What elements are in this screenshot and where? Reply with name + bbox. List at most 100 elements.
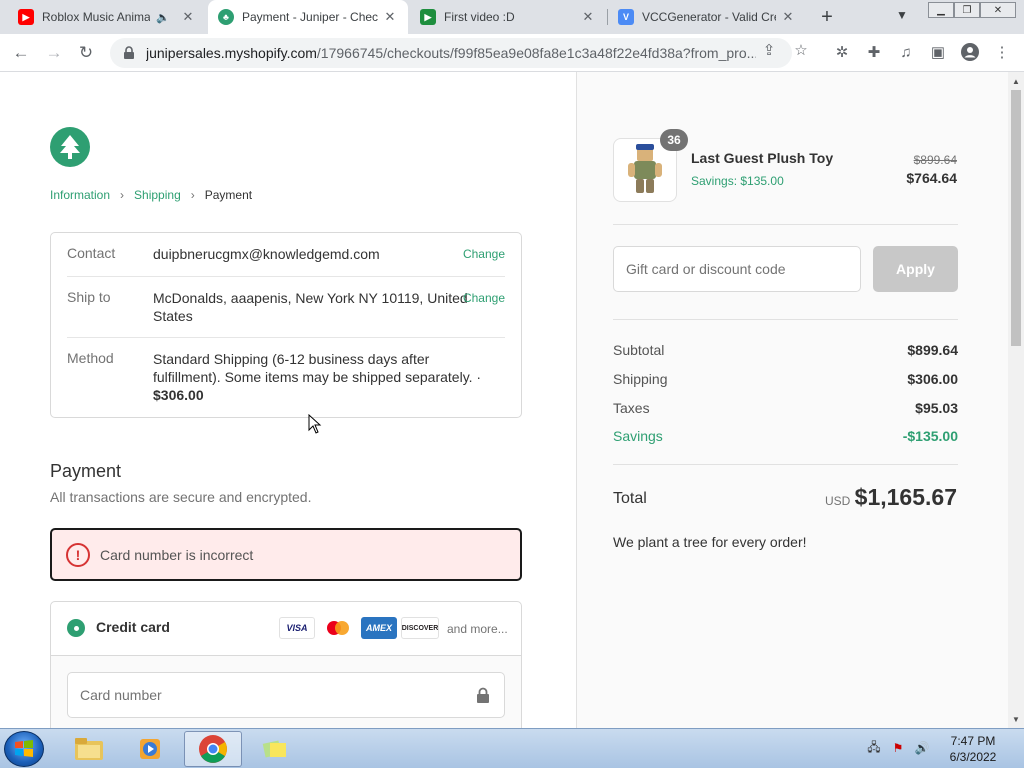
- folder-icon: [75, 738, 103, 760]
- mouse-cursor-icon: [308, 414, 322, 434]
- volume-tray-icon[interactable]: 🔊: [914, 740, 930, 756]
- speaker-icon[interactable]: 🔈: [156, 11, 170, 24]
- restore-button[interactable]: ❐: [954, 2, 980, 18]
- mastercard-icon: [321, 617, 355, 639]
- close-window-button[interactable]: ✕: [980, 2, 1016, 18]
- action-center-tray-icon[interactable]: ⚑: [890, 740, 906, 756]
- product-name: Last Guest Plush Toy: [691, 150, 834, 166]
- extensions-puzzle-icon[interactable]: ✚: [864, 42, 884, 62]
- sticky-notes-taskbar-button[interactable]: [246, 731, 304, 767]
- bookmark-star-icon[interactable]: ☆: [792, 41, 810, 59]
- payment-title: Payment: [50, 461, 122, 481]
- tab-close-icon[interactable]: ✕: [580, 9, 596, 25]
- chevron-right-icon: ›: [120, 188, 125, 202]
- product-savings: Savings: $135.00: [691, 174, 784, 188]
- product-original-price: $899.64: [913, 153, 957, 167]
- breadcrumb-shipping[interactable]: Shipping: [134, 188, 181, 202]
- chrome-icon: [199, 735, 227, 763]
- payment-method-box: Credit card VISA AMEX DISCOVER and more.…: [50, 601, 522, 728]
- change-ship-link[interactable]: Change: [463, 291, 505, 305]
- subtotal-value: $899.64: [907, 342, 958, 358]
- new-tab-button[interactable]: +: [816, 6, 838, 28]
- tab-search-chevron-icon[interactable]: ▼: [896, 8, 908, 22]
- method-price: $306.00: [153, 387, 204, 403]
- lock-icon: [477, 687, 489, 703]
- lock-icon[interactable]: [122, 46, 136, 60]
- browser-tab-bar: ▶ Roblox Music Animat 🔈 ✕ ♣ Payment - Ju…: [0, 0, 1024, 34]
- windows-logo-icon: [15, 740, 33, 757]
- quantity-badge: 36: [660, 129, 688, 151]
- media-control-icon[interactable]: ♫: [896, 42, 916, 62]
- currency-code: USD: [825, 494, 851, 508]
- tab-vccgenerator[interactable]: V VCCGenerator - Valid Cre ✕: [608, 0, 806, 34]
- scrollbar-thumb[interactable]: [1011, 90, 1021, 346]
- contact-value: duipbnerucgmx@knowledgemd.com: [153, 246, 380, 262]
- network-tray-icon[interactable]: 🖧: [866, 740, 882, 756]
- order-summary: 36 Last Guest Plush Toy Savings: $135.00…: [576, 72, 1010, 728]
- card-error-banner: ! Card number is incorrect: [50, 528, 522, 581]
- ship-to-label: Ship to: [67, 289, 111, 305]
- payment-subtitle: All transactions are secure and encrypte…: [50, 489, 312, 505]
- browser-menu-icon[interactable]: ⋮: [992, 42, 1012, 62]
- credit-card-option[interactable]: Credit card VISA AMEX DISCOVER and more.…: [51, 602, 521, 656]
- discount-code-input[interactable]: Gift card or discount code: [613, 246, 861, 292]
- credit-card-label: Credit card: [96, 619, 170, 635]
- chrome-taskbar-button[interactable]: [184, 731, 242, 767]
- error-message: Card number is incorrect: [100, 546, 254, 563]
- taxes-value: $95.03: [915, 400, 958, 416]
- apply-button[interactable]: Apply: [873, 246, 958, 292]
- scroll-up-arrow-icon[interactable]: ▲: [1008, 74, 1024, 88]
- scroll-down-arrow-icon[interactable]: ▼: [1008, 712, 1024, 726]
- method-value: Standard Shipping (6-12 business days af…: [153, 351, 482, 403]
- tab-first-video[interactable]: ▶ First video :D ✕: [410, 0, 606, 34]
- side-panel-icon[interactable]: ▣: [928, 42, 948, 62]
- youtube-icon: ▶: [18, 9, 34, 25]
- forward-button[interactable]: →: [43, 42, 65, 64]
- divider: [613, 464, 958, 465]
- tab-close-icon[interactable]: ✕: [382, 9, 398, 25]
- tree-icon: [60, 135, 80, 159]
- order-review-box: Contact duipbnerucgmx@knowledgemd.com Ch…: [50, 232, 522, 418]
- system-clock[interactable]: 7:47 PM 6/3/2022: [942, 733, 1004, 765]
- tab-payment-juniper[interactable]: ♣ Payment - Juniper - Chec ✕: [208, 0, 408, 34]
- breadcrumb: Information › Shipping › Payment: [50, 188, 252, 202]
- divider: [67, 276, 505, 277]
- tab-close-icon[interactable]: ✕: [780, 9, 796, 25]
- contact-label: Contact: [67, 245, 116, 261]
- video-icon: ▶: [420, 9, 436, 25]
- total-value: $1,165.67: [854, 484, 957, 510]
- share-icon[interactable]: ⇪: [760, 41, 778, 59]
- profile-avatar-icon[interactable]: [960, 42, 980, 62]
- start-button[interactable]: [4, 731, 44, 767]
- savings-value: -$135.00: [902, 428, 958, 444]
- clock-time: 7:47 PM: [950, 734, 996, 748]
- vcc-icon: V: [618, 9, 634, 25]
- media-player-icon: [140, 739, 160, 759]
- chevron-right-icon: ›: [190, 188, 195, 202]
- breadcrumb-payment: Payment: [204, 188, 253, 202]
- discover-icon: DISCOVER: [401, 617, 439, 639]
- juniper-logo[interactable]: [50, 127, 90, 167]
- tab-roblox-music[interactable]: ▶ Roblox Music Animat 🔈 ✕: [8, 0, 206, 34]
- tab-close-icon[interactable]: ✕: [180, 9, 196, 25]
- back-button[interactable]: ←: [10, 42, 32, 64]
- product-thumbnail: 36: [613, 129, 688, 202]
- windows-taskbar: 🖧 ⚑ 🔊 7:47 PM 6/3/2022: [0, 728, 1024, 768]
- reload-button[interactable]: ↻: [75, 42, 97, 64]
- clock-date: 6/3/2022: [949, 750, 997, 764]
- checkout-page: Information › Shipping › Payment Contact…: [0, 72, 1010, 728]
- change-contact-link[interactable]: Change: [463, 247, 505, 261]
- card-number-input[interactable]: Card number: [67, 672, 505, 718]
- tree-note: We plant a tree for every order!: [613, 534, 807, 550]
- divider: [613, 319, 958, 320]
- breadcrumb-information[interactable]: Information: [50, 188, 110, 202]
- card-fields: Card number: [51, 656, 521, 728]
- minimize-button[interactable]: ▁: [928, 2, 954, 18]
- media-player-taskbar-button[interactable]: [122, 731, 180, 767]
- credit-card-radio[interactable]: [67, 619, 85, 637]
- page-scrollbar[interactable]: ▲ ▼: [1008, 72, 1024, 728]
- product-price: $764.64: [906, 170, 957, 186]
- extension-bug-icon[interactable]: ✲: [832, 42, 852, 62]
- file-explorer-taskbar-button[interactable]: [60, 731, 118, 767]
- address-bar[interactable]: junipersales.myshopify.com/17966745/chec…: [110, 38, 792, 68]
